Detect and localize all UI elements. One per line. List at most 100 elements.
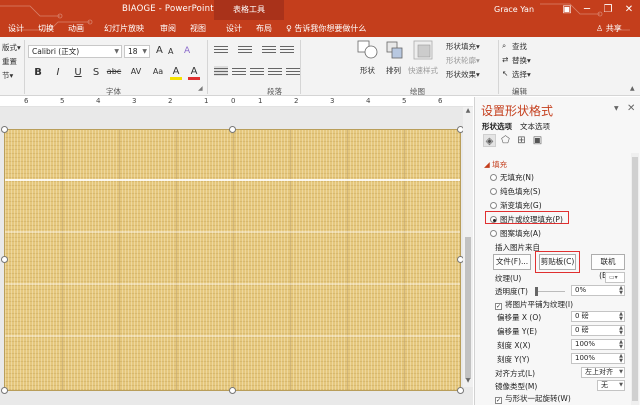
radio-solid-fill[interactable]: 纯色填充(S)	[490, 186, 541, 197]
shape-outline-button[interactable]: 形状轮廓▾	[446, 55, 480, 66]
picture-icon[interactable]: ▣	[531, 134, 544, 147]
texture-picker[interactable]: ▭▾	[605, 272, 625, 283]
scroll-down-icon[interactable]: ▼	[463, 377, 473, 384]
resize-handle[interactable]	[1, 387, 8, 394]
resize-handle[interactable]	[1, 126, 8, 133]
find-button[interactable]: 查找	[512, 41, 527, 52]
resize-handle[interactable]	[229, 387, 236, 394]
scroll-up-icon[interactable]: ▲	[463, 107, 473, 114]
align-right-icon[interactable]	[250, 66, 264, 76]
tab-table-design[interactable]: 设计	[226, 23, 242, 34]
resize-handle[interactable]	[457, 387, 464, 394]
offset-x-field[interactable]: 0 磅 ▲ ▼	[571, 311, 625, 322]
user-name[interactable]: Grace Yan	[494, 5, 534, 14]
radio-pattern-fill[interactable]: 图案填充(A)	[490, 228, 541, 239]
justify-icon[interactable]	[268, 66, 282, 76]
tab-slideshow[interactable]: 幻灯片放映	[104, 23, 144, 34]
char-spacing-button[interactable]: AV	[128, 67, 144, 76]
increase-indent-icon[interactable]	[280, 44, 294, 54]
align-center-icon[interactable]	[232, 66, 246, 76]
section-button[interactable]: 节▾	[2, 70, 13, 81]
mirror-type-select[interactable]: 无 ▼	[597, 380, 625, 391]
resize-handle[interactable]	[229, 126, 236, 133]
chevron-down-icon[interactable]: ▼	[614, 105, 619, 112]
tab-shape-options[interactable]: 形状选项	[482, 121, 512, 132]
tab-transitions[interactable]: 切换	[38, 23, 54, 34]
pane-scrollbar[interactable]	[631, 153, 639, 405]
fill-section-header[interactable]: ◢ 填充	[484, 159, 507, 170]
bold-button[interactable]: B	[32, 67, 44, 78]
highlight-button[interactable]: A	[170, 67, 182, 80]
tile-texture-checkbox[interactable]: ✓ 将图片平铺为纹理(I)	[495, 299, 573, 310]
quick-styles-label[interactable]: 快速样式	[408, 65, 438, 76]
chevron-down-icon[interactable]: ▼	[619, 381, 623, 390]
resize-handle[interactable]	[1, 256, 8, 263]
radio-picture-texture-fill[interactable]: 图片或纹理填充(P)	[490, 214, 563, 225]
shapes-label[interactable]: 形状	[360, 65, 375, 76]
radio-indicator[interactable]	[490, 188, 497, 195]
close-button[interactable]: ✕	[622, 3, 636, 17]
size-properties-icon[interactable]: ⊞	[515, 134, 528, 147]
replace-icon[interactable]: ⇄	[502, 55, 508, 64]
radio-indicator[interactable]	[490, 216, 497, 223]
columns-icon[interactable]	[286, 66, 300, 76]
rotate-with-shape-checkbox[interactable]: ✓ 与形状一起旋转(W)	[495, 393, 571, 404]
shapes-icon[interactable]	[356, 39, 378, 65]
scale-x-field[interactable]: 100% ▲ ▼	[571, 339, 625, 350]
close-icon[interactable]: ✕	[627, 103, 635, 114]
tell-me-search[interactable]: ♀ 告诉我你想要做什么	[286, 23, 366, 34]
layout-button[interactable]: 版式▾	[2, 42, 21, 53]
spinner-icon[interactable]: ▲ ▼	[619, 340, 623, 350]
canvas-scrollbar[interactable]: ▲ ▼	[463, 107, 473, 387]
scrollbar-thumb[interactable]	[465, 237, 471, 379]
change-case-button[interactable]: Aa	[150, 67, 166, 76]
dialog-launcher-icon[interactable]: ◢	[198, 85, 203, 92]
chevron-down-icon[interactable]: ▼	[619, 368, 623, 377]
font-name-combo[interactable]: Calibri (正文) ▼	[28, 45, 122, 58]
shape-fill-button[interactable]: 形状填充▾	[446, 41, 480, 52]
restore-button[interactable]: ❐	[601, 3, 615, 17]
table-shape-textured[interactable]	[4, 129, 461, 391]
clear-format-button[interactable]: A	[184, 46, 190, 56]
font-size-combo[interactable]: 18 ▼	[124, 45, 150, 58]
tab-design[interactable]: 设计	[8, 23, 24, 34]
radio-indicator[interactable]	[490, 202, 497, 209]
scale-y-field[interactable]: 100% ▲ ▼	[571, 353, 625, 364]
radio-no-fill[interactable]: 无填充(N)	[490, 172, 534, 183]
file-button[interactable]: 文件(F)...	[493, 254, 531, 270]
spinner-icon[interactable]: ▲ ▼	[619, 286, 623, 296]
fill-line-icon[interactable]: ◈	[483, 134, 496, 147]
select-icon[interactable]: ↖	[502, 69, 508, 78]
clipboard-button[interactable]: 剪贴板(C)	[539, 254, 576, 270]
share-button[interactable]: ♙ 共享	[596, 23, 622, 34]
numbering-icon[interactable]	[238, 44, 252, 54]
tab-table-layout[interactable]: 布局	[256, 23, 272, 34]
radio-indicator[interactable]	[490, 230, 497, 237]
replace-button[interactable]: 替换▾	[512, 55, 531, 66]
tab-text-options[interactable]: 文本选项	[520, 121, 550, 132]
spinner-icon[interactable]: ▲ ▼	[619, 326, 623, 336]
online-button[interactable]: 联机(E)...	[591, 254, 625, 280]
radio-gradient-fill[interactable]: 渐变填充(G)	[490, 200, 542, 211]
underline-button[interactable]: U	[72, 67, 84, 78]
effects-icon[interactable]: ⬠	[499, 134, 512, 147]
spinner-icon[interactable]: ▲ ▼	[619, 312, 623, 322]
font-color-button[interactable]: A	[188, 67, 200, 80]
checkbox-indicator[interactable]: ✓	[495, 303, 502, 310]
checkbox-indicator[interactable]: ✓	[495, 397, 502, 404]
transparency-slider-knob[interactable]	[535, 287, 538, 296]
minimize-button[interactable]: ─	[580, 3, 594, 17]
decrease-indent-icon[interactable]	[262, 44, 276, 54]
ribbon-display-icon[interactable]: ▣	[560, 3, 574, 17]
shrink-font-button[interactable]: A	[168, 47, 173, 56]
arrange-label[interactable]: 排列	[386, 65, 401, 76]
arrange-icon[interactable]	[384, 39, 406, 65]
select-button[interactable]: 选择▾	[512, 69, 531, 80]
find-icon[interactable]: ⌕	[502, 41, 506, 51]
tab-view[interactable]: 视图	[190, 23, 206, 34]
tab-review[interactable]: 审阅	[160, 23, 176, 34]
quick-styles-icon[interactable]	[412, 39, 436, 65]
italic-button[interactable]: I	[52, 67, 64, 78]
grow-font-button[interactable]: A	[156, 45, 163, 56]
collapse-ribbon-icon[interactable]: ▲	[630, 85, 635, 92]
